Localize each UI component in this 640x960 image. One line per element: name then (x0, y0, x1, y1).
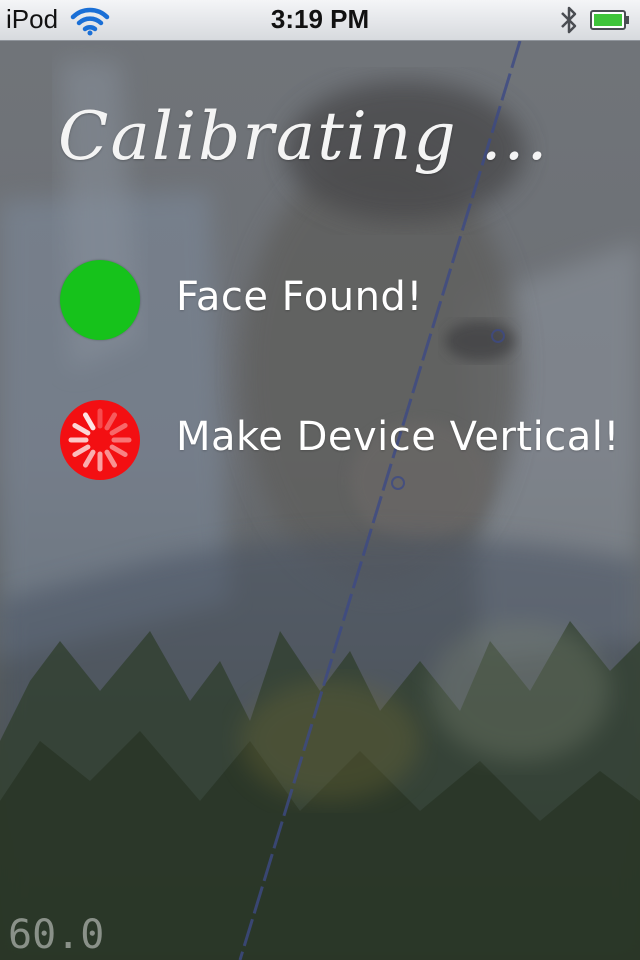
fps-readout: 60.0 (8, 912, 105, 958)
spinner-spoke (83, 449, 96, 468)
clock: 3:19 PM (270, 4, 370, 34)
calibration-screen: iPod 3:19 PM Calibrating ... Face Found!… (0, 0, 640, 960)
camera-feed (0, 41, 640, 960)
spinner-spoke (104, 449, 117, 468)
spinner-spoke (72, 444, 91, 457)
spinner-spoke (72, 423, 91, 436)
check-device-vertical: Make Device Vertical! (60, 400, 620, 480)
device-vertical-label: Make Device Vertical! (176, 414, 620, 460)
face-found-indicator-icon (60, 260, 140, 340)
spinner-spoke (83, 412, 96, 431)
spinner-spoke (109, 423, 128, 436)
spinner-spoke (109, 444, 128, 457)
face-found-label: Face Found! (176, 274, 423, 320)
status-bar: iPod 3:19 PM (0, 0, 640, 41)
battery-icon (590, 10, 629, 30)
bluetooth-icon (561, 6, 577, 34)
loading-spinner-icon (68, 408, 132, 472)
calibrating-title: Calibrating ... (58, 98, 550, 175)
check-face-found: Face Found! (60, 260, 620, 340)
spinner-spoke (104, 412, 117, 431)
